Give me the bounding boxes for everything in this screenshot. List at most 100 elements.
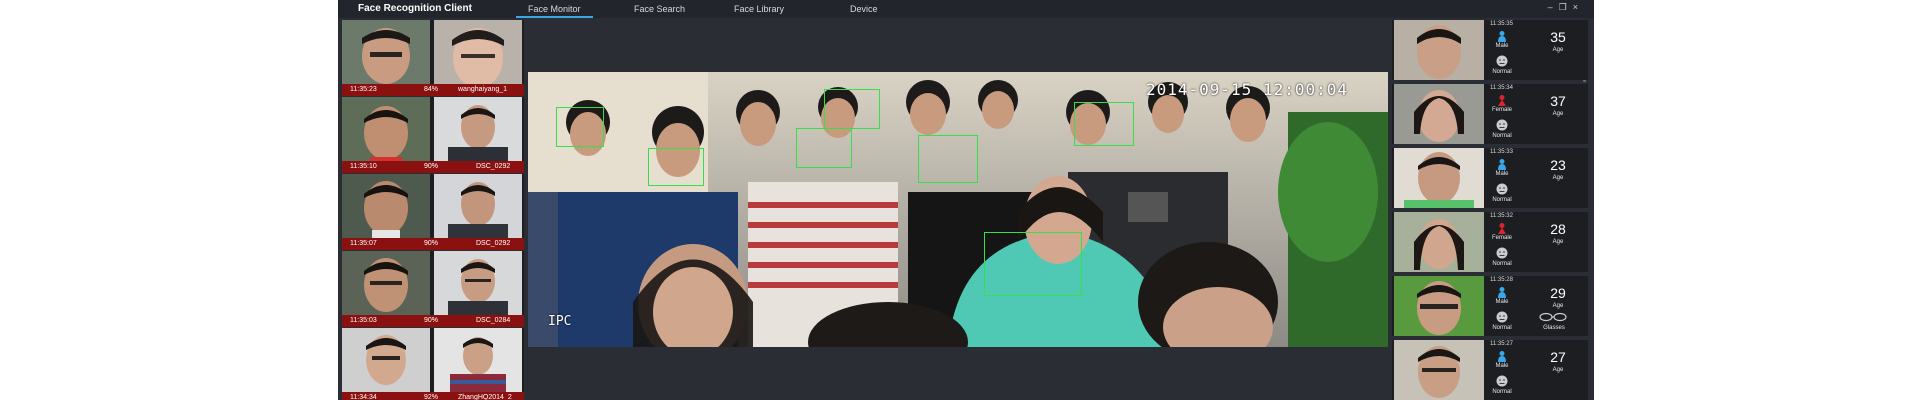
match-caption: 11:34:34 92% ZhangHQ2014_2	[342, 392, 524, 400]
match-card[interactable]: 11:35:10 90% DSC_0292	[342, 97, 524, 173]
app-title: Face Recognition Client	[358, 3, 472, 14]
match-time: 11:35:23	[350, 86, 377, 93]
face-attribute-card[interactable]: 11:35:27 Male 27 Age Normal	[1392, 340, 1588, 400]
neutral-face-icon	[1496, 311, 1508, 323]
restore-icon[interactable]: ❐	[1559, 2, 1573, 12]
match-name: DSC_0292	[476, 240, 511, 247]
face-attribute-card[interactable]: 11:35:35 Male 35 Age Normal	[1392, 20, 1588, 80]
face-attributes: 11:35:33 Male 23 Age Normal	[1486, 148, 1588, 208]
video-timestamp: 2014-09-15 12:00:04	[1145, 80, 1348, 99]
tab-face-monitor[interactable]: Face Monitor	[516, 4, 592, 18]
captured-face-image	[342, 97, 430, 161]
glasses-icon	[1539, 312, 1567, 322]
detected-face-image	[1394, 84, 1484, 144]
tab-face-search[interactable]: Face Search	[634, 4, 685, 14]
age-label: Age	[1552, 367, 1564, 373]
detect-time: 11:35:27	[1490, 341, 1513, 347]
face-attributes: 11:35:32 Female 28 Age Normal	[1486, 212, 1588, 272]
face-attribute-card[interactable]: 11:35:34 Female 37 Age Normal	[1392, 84, 1588, 144]
female-icon	[1498, 223, 1506, 234]
match-card[interactable]: 11:35:23 84% wanghaiyang_1	[342, 20, 524, 96]
detect-time: 11:35:28	[1490, 277, 1513, 283]
face-attributes: 11:35:34 Female 37 Age Normal	[1486, 84, 1588, 144]
detect-time: 11:35:33	[1490, 149, 1513, 155]
close-icon[interactable]: ×	[1573, 2, 1584, 12]
match-list: 11:35:23 84% wanghaiyang_1 11:35:10 90% …	[342, 20, 524, 400]
age-value: 27	[1550, 349, 1566, 365]
detect-time: 11:35:35	[1490, 21, 1513, 27]
neutral-face-icon	[1496, 55, 1508, 67]
face-attributes: 11:35:27 Male 27 Age Normal	[1486, 340, 1588, 400]
detected-face-image	[1394, 340, 1484, 400]
match-time: 11:34:34	[350, 394, 377, 400]
match-name: wanghaiyang_1	[458, 86, 508, 93]
age-label: Age	[1552, 239, 1564, 245]
detected-face-image	[1394, 212, 1484, 272]
age-label: Age	[1552, 175, 1564, 181]
detected-face-image	[1394, 276, 1484, 336]
expression-label: Normal	[1492, 197, 1512, 203]
expression-label: Normal	[1492, 261, 1512, 267]
match-similarity: 92%	[424, 394, 439, 400]
face-attribute-card[interactable]: 11:35:28 Male 29 Age Normal Glasses	[1392, 276, 1588, 336]
male-icon	[1498, 287, 1506, 298]
tab-device[interactable]: Device	[850, 4, 878, 14]
match-card[interactable]: 11:34:34 92% ZhangHQ2014_2	[342, 328, 524, 400]
minimize-icon[interactable]: –	[1548, 2, 1559, 12]
camera-label: IPC	[548, 314, 572, 329]
detected-face-image	[1394, 148, 1484, 208]
neutral-face-icon	[1496, 183, 1508, 195]
detected-face-image	[1394, 20, 1484, 80]
neutral-face-icon	[1496, 247, 1508, 259]
age-value: 23	[1550, 157, 1566, 173]
live-video-view[interactable]: 2014-09-15 12:00:04 IPC	[528, 72, 1388, 347]
match-caption: 11:35:23 84% wanghaiyang_1	[342, 84, 524, 96]
gender-label: Male	[1495, 299, 1509, 305]
detect-time: 11:35:34	[1490, 85, 1513, 91]
age-label: Age	[1552, 111, 1564, 117]
face-recognition-window: Face Recognition Client Face Monitor Fac…	[338, 0, 1594, 400]
face-attributes: 11:35:35 Male 35 Age Normal	[1486, 20, 1588, 80]
age-value: 28	[1550, 221, 1566, 237]
match-time: 11:35:07	[350, 240, 377, 247]
neutral-face-icon	[1496, 119, 1508, 131]
expression-label: Normal	[1492, 69, 1512, 75]
match-similarity: 90%	[424, 240, 439, 247]
match-card[interactable]: 11:35:03 90% DSC_0284	[342, 251, 524, 327]
face-attribute-list: 11:35:35 Male 35 Age Normal 11:35:34 Fem…	[1392, 20, 1588, 400]
crowd-scene-image	[528, 72, 1388, 347]
library-face-image	[434, 328, 522, 392]
face-attribute-card[interactable]: 11:35:32 Female 28 Age Normal	[1392, 212, 1588, 272]
captured-face-image	[342, 174, 430, 238]
age-label: Age	[1552, 303, 1564, 309]
face-attribute-card[interactable]: 11:35:33 Male 23 Age Normal	[1392, 148, 1588, 208]
library-face-image	[434, 251, 522, 315]
gender-label: Male	[1495, 363, 1509, 369]
face-detection-box	[1074, 102, 1134, 146]
match-time: 11:35:10	[350, 163, 377, 170]
expression-label: Normal	[1492, 325, 1512, 331]
library-face-image	[434, 97, 522, 161]
face-detection-box	[824, 89, 880, 129]
match-card[interactable]: 11:35:07 90% DSC_0292	[342, 174, 524, 250]
tab-face-library[interactable]: Face Library	[734, 4, 784, 14]
gender-label: Male	[1495, 43, 1509, 49]
glasses-label: Glasses	[1543, 325, 1565, 331]
match-name: DSC_0284	[476, 317, 511, 324]
gender-label: Female	[1491, 235, 1512, 241]
male-icon	[1498, 351, 1506, 362]
male-icon	[1498, 159, 1506, 170]
gender-label: Male	[1495, 171, 1509, 177]
face-detection-box	[648, 148, 704, 186]
library-face-image	[434, 20, 522, 84]
face-detection-box	[984, 232, 1082, 296]
age-value: 29	[1550, 285, 1566, 301]
match-similarity: 90%	[424, 163, 439, 170]
face-detection-box	[556, 107, 604, 147]
neutral-face-icon	[1496, 375, 1508, 387]
match-name: ZhangHQ2014_2	[458, 394, 512, 400]
female-icon	[1498, 95, 1506, 106]
match-similarity: 90%	[424, 317, 439, 324]
age-label: Age	[1552, 47, 1564, 53]
library-face-image	[434, 174, 522, 238]
